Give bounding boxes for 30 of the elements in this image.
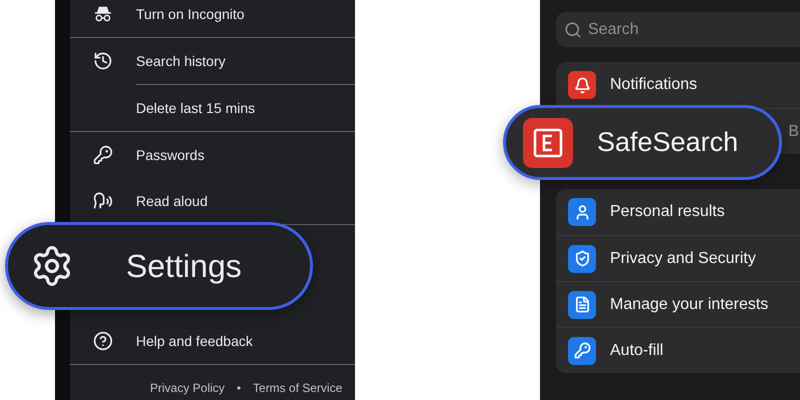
separator-dot: • <box>236 381 241 395</box>
key-icon <box>574 342 590 359</box>
person-icon <box>574 204 590 220</box>
incognito-icon <box>93 6 113 22</box>
search-field[interactable]: Search <box>556 12 800 47</box>
safesearch-callout[interactable]: SafeSearch <box>503 105 782 180</box>
settings-row[interactable]: Personal results <box>556 189 800 235</box>
row-value: B <box>788 122 800 140</box>
menu-item[interactable]: Passwords <box>70 132 355 178</box>
speaking-person-icon <box>93 191 113 211</box>
document-icon <box>574 296 590 313</box>
menu-item[interactable]: Search history <box>70 38 355 84</box>
settings-row[interactable]: Privacy and Security <box>556 235 800 281</box>
help-icon <box>93 331 113 351</box>
shield-check-icon <box>574 250 590 267</box>
settings-row[interactable]: Notifications <box>556 62 800 108</box>
settings-row[interactable]: Manage your interests <box>556 281 800 327</box>
menu-item[interactable]: Delete last 15 mins <box>70 85 355 131</box>
menu-item[interactable]: Turn on Incognito <box>70 0 355 37</box>
history-icon <box>93 51 113 71</box>
footer-link[interactable]: Terms of Service <box>252 381 342 395</box>
settings-row[interactable]: Auto-fill <box>556 327 800 373</box>
letter-frame-icon <box>532 126 564 158</box>
footer-link[interactable]: Privacy Policy <box>150 381 225 395</box>
menu-item[interactable]: Help and feedback <box>70 318 355 364</box>
key-icon <box>93 145 113 165</box>
search-icon <box>564 20 582 38</box>
bell-icon <box>574 76 590 94</box>
settings-callout[interactable]: Settings <box>5 222 313 310</box>
menu-item[interactable]: Read aloud <box>70 178 355 224</box>
